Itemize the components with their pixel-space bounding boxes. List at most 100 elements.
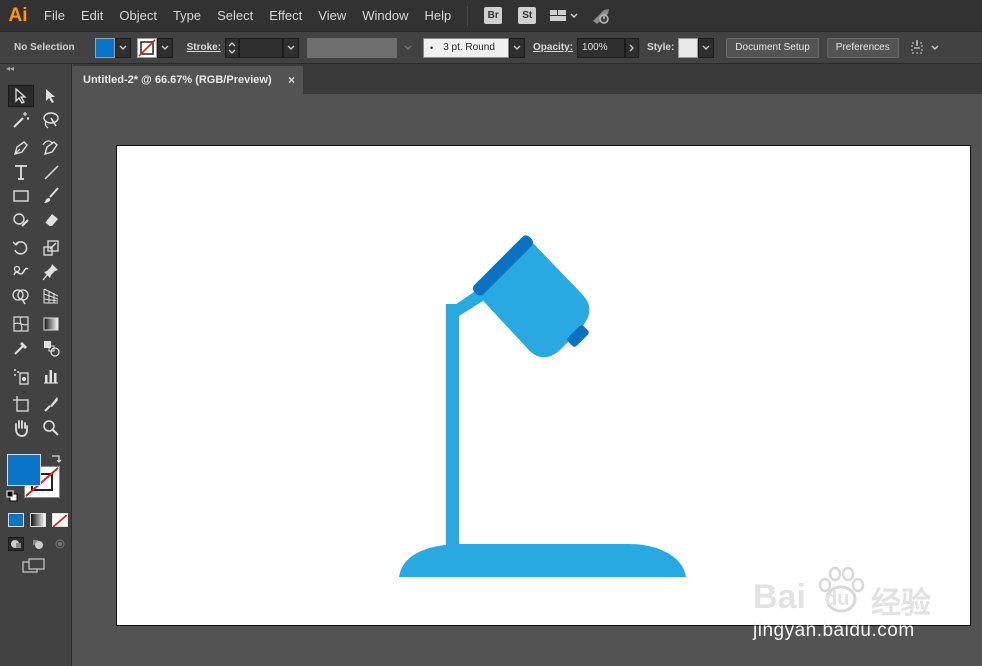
bar-graph-icon [44,370,58,384]
none-icon [52,514,68,528]
selection-tool[interactable] [8,85,34,107]
lasso-tool[interactable] [38,109,64,131]
screen-mode-button[interactable] [22,557,46,579]
transform-icon [911,39,939,53]
variable-width-dropdown[interactable] [397,38,419,58]
bridge-button[interactable]: Br [484,7,503,24]
chevron-down-icon [702,45,710,50]
blend-tool[interactable] [38,337,64,359]
chevron-down-icon [161,45,169,50]
eraser-tool[interactable] [38,209,64,231]
type-tool[interactable] [8,161,34,183]
swap-arrows-icon [52,455,62,463]
rectangle-icon [13,190,29,202]
selection-status: No Selection [14,42,75,53]
preferences-button[interactable]: Preferences [826,37,899,58]
workspace-layout-button[interactable] [550,9,578,23]
rotate-icon [12,241,28,255]
lasso-icon [43,112,59,129]
fill-dropdown[interactable] [114,37,131,58]
blend-icon [44,341,60,357]
pushpin-icon [42,264,58,281]
direct-selection-tool[interactable] [38,85,64,107]
menu-select[interactable]: Select [209,0,261,31]
mesh-tool[interactable] [8,313,34,335]
pen-tool[interactable] [8,137,34,159]
shaper-tool[interactable] [8,209,34,231]
opacity-expand-button[interactable] [625,37,640,58]
variable-width-profile[interactable] [307,37,398,58]
brush-dropdown[interactable] [509,37,526,58]
stroke-dropdown[interactable] [156,37,173,58]
menu-object[interactable]: Object [111,0,165,31]
warp-tool[interactable] [8,261,34,283]
line-segment-tool[interactable] [38,161,64,183]
artboard-icon [13,396,29,412]
type-t-icon [15,165,27,180]
draw-inside-button[interactable] [52,537,68,551]
menu-help[interactable]: Help [416,0,459,31]
magic-wand-icon [13,112,29,128]
screen-mode-icon [22,557,45,573]
zoom-tool[interactable] [38,417,64,439]
fill-swatch[interactable] [94,37,115,58]
rotate-tool[interactable] [8,237,34,259]
arrow-pointer-icon [15,88,27,104]
menu-window[interactable]: Window [354,0,416,31]
stroke-label: Stroke: [186,42,222,53]
canvas-area[interactable]: Bai du 经验 jingyan.baidu.com [73,94,982,666]
artboard-tool[interactable] [8,393,34,415]
draw-normal-button[interactable] [8,537,24,551]
stroke-swatch[interactable] [136,37,157,58]
paintbrush-tool[interactable] [38,185,64,207]
stroke-weight-dropdown[interactable] [283,37,300,58]
stroke-weight-stepper[interactable] [225,37,240,58]
rectangle-tool[interactable] [8,185,34,207]
slice-tool[interactable] [38,393,64,415]
watermark-brand: Bai [753,578,806,616]
baidu-watermark: Bai du 经验 jingyan.baidu.com [753,564,982,644]
draw-behind-button[interactable] [30,537,46,551]
watermark-brand-du: du [825,588,850,610]
opacity-field[interactable]: 100% [577,37,626,58]
artboard[interactable] [116,145,971,626]
magic-wand-tool[interactable] [8,109,34,131]
menu-file[interactable]: File [36,0,73,31]
curvature-tool[interactable] [38,137,64,159]
menu-effect[interactable]: Effect [261,0,310,31]
brush-definition-label: 3 pt. Round [443,42,495,53]
close-tab-icon[interactable]: × [288,73,295,87]
draw-behind-icon [33,540,43,549]
stock-button[interactable]: St [518,7,537,24]
arrange-documents-button[interactable] [909,39,941,56]
document-setup-button[interactable]: Document Setup [726,37,819,58]
scale-tool[interactable] [38,237,64,259]
stroke-weight-field[interactable] [239,37,284,58]
graphic-style-dropdown[interactable] [698,37,715,58]
chevron-down-icon [119,45,127,50]
opacity-label: Opacity: [533,42,574,53]
puppet-warp-tool[interactable] [38,261,64,283]
layout-icon [550,9,578,21]
symbol-sprayer-tool[interactable] [8,365,34,387]
menu-view[interactable]: View [310,0,354,31]
gpu-performance-button[interactable] [590,7,612,25]
menu-edit[interactable]: Edit [73,0,111,31]
collapse-panel-button[interactable]: ◂◂ [0,64,71,76]
shape-builder-tool[interactable] [8,285,34,307]
gradient-mode-button[interactable] [30,513,46,527]
graphic-style-swatch[interactable] [678,37,699,58]
color-mode-button[interactable] [8,513,24,527]
eyedropper-tool[interactable] [8,337,34,359]
none-mode-button[interactable] [52,513,68,528]
watermark-url: jingyan.baidu.com [753,620,915,641]
brush-definition-field[interactable]: • 3 pt. Round [423,37,510,58]
perspective-grid-tool[interactable] [38,285,64,307]
gradient-tool[interactable] [38,313,64,335]
hand-tool[interactable] [8,417,34,439]
column-graph-tool[interactable] [38,365,64,387]
fill-color-box[interactable] [7,454,41,486]
document-tab[interactable]: Untitled-2* @ 66.67% (RGB/Preview) × [73,66,303,94]
warp-icon [13,265,29,276]
menu-type[interactable]: Type [165,0,209,31]
